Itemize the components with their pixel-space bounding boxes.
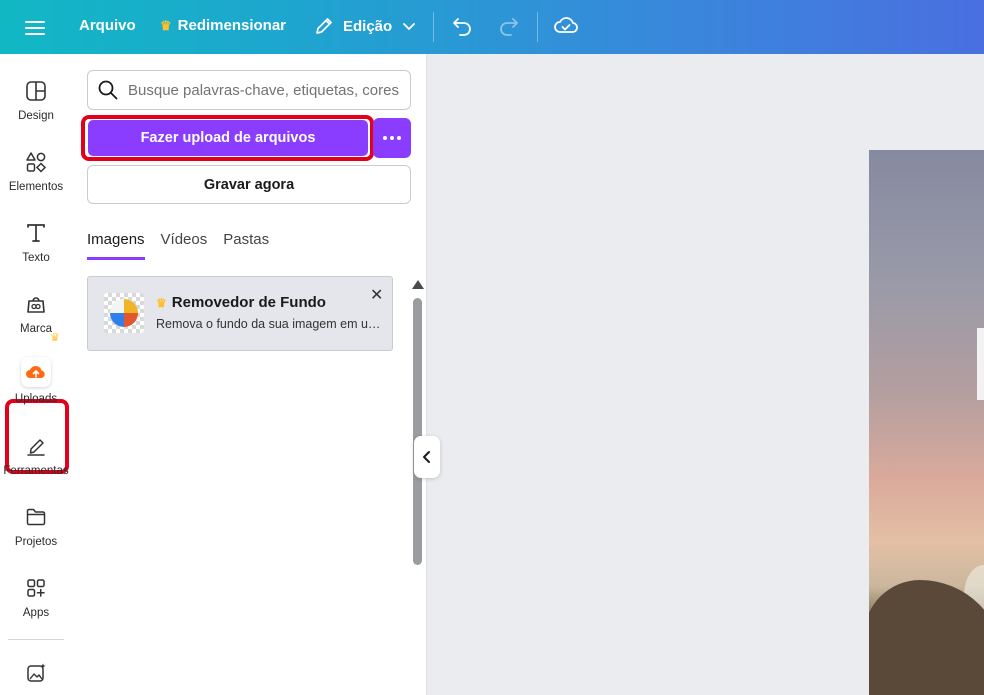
folder-icon bbox=[23, 504, 49, 530]
topbar-divider bbox=[537, 12, 538, 42]
background-remover-card[interactable]: ♛ Removedor de Fundo Remova o fundo da s… bbox=[87, 276, 393, 351]
rail-item-projetos[interactable]: Projetos bbox=[0, 498, 72, 560]
apps-icon bbox=[23, 575, 49, 601]
crown-icon: ♛ bbox=[156, 295, 167, 310]
arquivo-menu[interactable]: Arquivo bbox=[79, 17, 136, 34]
beach-ball-icon bbox=[110, 299, 138, 327]
rail-item-texto[interactable]: Texto bbox=[0, 214, 72, 276]
top-bar: Arquivo ♛ Redimensionar Edição bbox=[0, 0, 984, 54]
uploads-panel: Fazer upload de arquivos Gravar agora Im… bbox=[72, 54, 427, 695]
menu-icon[interactable] bbox=[22, 17, 48, 37]
topbar-divider bbox=[433, 12, 434, 42]
more-icon bbox=[382, 136, 403, 140]
rail-label: Elementos bbox=[8, 181, 64, 193]
redo-icon[interactable] bbox=[497, 14, 521, 38]
rail-item-ferramentas[interactable]: Ferramentas bbox=[0, 427, 72, 489]
edicao-dropdown[interactable]: Edição bbox=[314, 14, 416, 38]
side-rail: Design Elementos Texto ♛ Marca Uploads F… bbox=[0, 54, 72, 695]
more-options-button[interactable] bbox=[373, 118, 411, 158]
chevron-down-icon bbox=[403, 23, 416, 31]
brand-icon bbox=[23, 291, 49, 317]
rail-label: Uploads bbox=[14, 393, 58, 405]
card-description: Remova o fundo da sua imagem em um cliqu… bbox=[156, 317, 381, 331]
elements-icon bbox=[23, 149, 49, 175]
rail-item-design[interactable]: Design bbox=[0, 72, 72, 134]
rail-label: Projetos bbox=[14, 536, 58, 548]
search-input[interactable] bbox=[128, 81, 400, 99]
rail-item-apps[interactable]: Apps bbox=[0, 569, 72, 631]
media-tabs: Imagens Vídeos Pastas bbox=[87, 231, 285, 260]
redimensionar-label: Redimensionar bbox=[177, 17, 287, 34]
upload-files-button[interactable]: Fazer upload de arquivos bbox=[88, 120, 368, 156]
rail-item-uploads[interactable]: Uploads bbox=[0, 353, 72, 415]
cloud-check-icon[interactable] bbox=[553, 13, 579, 39]
design-page-photo[interactable] bbox=[869, 150, 984, 695]
record-now-button[interactable]: Gravar agora bbox=[87, 165, 411, 204]
rail-label: Ferramentas bbox=[3, 465, 69, 477]
tab-imagens[interactable]: Imagens bbox=[87, 231, 145, 260]
rail-item-marca[interactable]: Marca bbox=[0, 285, 72, 347]
rail-item-elementos[interactable]: Elementos bbox=[0, 143, 72, 205]
tab-pastas[interactable]: Pastas bbox=[223, 231, 269, 260]
rail-label: Texto bbox=[22, 252, 50, 264]
photo-light-strip bbox=[977, 328, 984, 400]
collapse-panel-button[interactable] bbox=[414, 436, 440, 478]
tab-videos[interactable]: Vídeos bbox=[161, 231, 208, 260]
upload-cloud-icon bbox=[21, 357, 51, 387]
scroll-up-arrow[interactable] bbox=[412, 280, 424, 289]
crown-icon: ♛ bbox=[160, 17, 172, 33]
card-title: ♛ Removedor de Fundo bbox=[156, 294, 326, 311]
search-box[interactable] bbox=[87, 70, 411, 110]
chevron-left-icon bbox=[423, 451, 430, 463]
scrollbar-thumb[interactable] bbox=[413, 298, 422, 565]
undo-icon[interactable] bbox=[450, 14, 474, 38]
card-title-text: Removedor de Fundo bbox=[171, 294, 326, 311]
close-icon[interactable]: ✕ bbox=[370, 285, 383, 305]
rail-label: Apps bbox=[22, 607, 50, 619]
redimensionar-button[interactable]: ♛ Redimensionar bbox=[160, 17, 286, 34]
search-icon bbox=[98, 80, 118, 100]
rail-item-magic[interactable] bbox=[0, 654, 72, 694]
pen-icon bbox=[316, 18, 332, 34]
magic-media-icon bbox=[23, 660, 49, 686]
rail-label: Marca bbox=[20, 323, 52, 335]
rail-divider bbox=[8, 639, 64, 640]
design-icon bbox=[23, 78, 49, 104]
draw-tools-icon bbox=[23, 433, 49, 459]
photo-hill bbox=[869, 580, 984, 695]
background-remover-thumbnail bbox=[104, 293, 144, 333]
edicao-label: Edição bbox=[343, 17, 393, 35]
text-icon bbox=[23, 220, 49, 246]
rail-label: Design bbox=[18, 110, 54, 122]
